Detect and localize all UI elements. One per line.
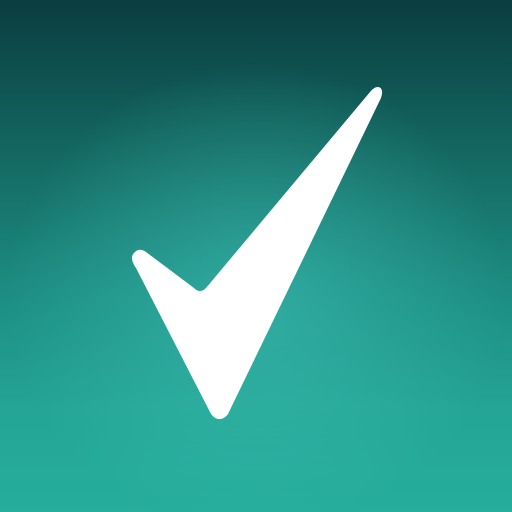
- checkmark-icon: [132, 86, 383, 420]
- checkmark-shape: [132, 86, 383, 420]
- app-icon-tile: [0, 0, 512, 512]
